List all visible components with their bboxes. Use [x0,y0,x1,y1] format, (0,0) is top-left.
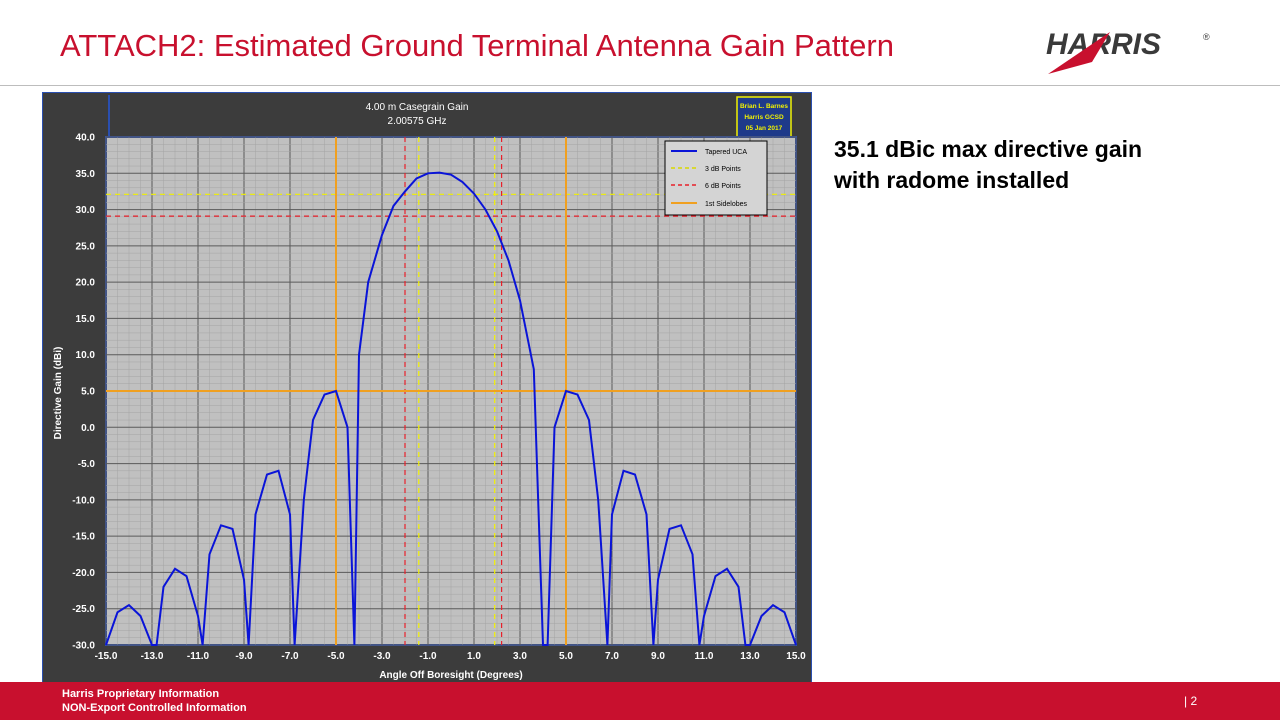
legend-label-tapered-uca: Tapered UCA [705,149,747,156]
author-org: Harris GCSD [744,114,784,121]
y-tick-label: 25.0 [76,241,96,252]
footer-export-notice: NON-Export Controlled Information [62,702,247,714]
author-box: Brian L. Barnes Harris GCSD 05 Jan 2017 [736,96,792,140]
callout-line-2: with radome installed [834,167,1070,193]
x-tick-label: -11.0 [187,651,210,662]
author-date: 05 Jan 2017 [746,125,783,132]
y-tick-label: -25.0 [72,604,95,615]
y-tick-label: -20.0 [72,568,95,579]
y-tick-label: 30.0 [76,205,96,216]
x-tick-label: 7.0 [605,651,619,662]
chart-title: 4.00 m Casegrain Gain [366,102,469,113]
y-tick-label: -30.0 [72,641,95,652]
chart-subtitle: 2.00575 GHz [388,116,447,127]
y-tick-label: 20.0 [76,278,96,289]
x-tick-label: 15.0 [786,651,806,662]
y-axis-label: Directive Gain (dBi) [53,347,64,440]
x-tick-label: 3.0 [513,651,527,662]
chart-frame: 4.00 m Casegrain Gain 2.00575 GHz Brian … [42,92,812,684]
title-divider [0,85,1280,86]
footer-proprietary: Harris Proprietary Information [62,688,220,700]
x-axis-label: Angle Off Boresight (Degrees) [379,670,522,681]
y-tick-label: -15.0 [72,532,95,543]
legend-label-sidelobes: 1st Sidelobes [705,201,748,208]
y-tick-label: -10.0 [72,495,95,506]
x-tick-label: -5.0 [327,651,345,662]
x-tick-label: -15.0 [95,651,118,662]
x-tick-label: -1.0 [419,651,437,662]
slide-title: ATTACH2: Estimated Ground Terminal Anten… [60,28,894,63]
footer-bar: Harris Proprietary Information NON-Expor… [0,682,1280,720]
harris-logo: HARRIS ® [1046,28,1210,74]
y-tick-label: 0.0 [81,423,95,434]
legend: Tapered UCA 3 dB Points 6 dB Points 1st … [664,140,768,216]
y-tick-label: 35.0 [76,169,96,180]
x-tick-label: 11.0 [695,651,714,662]
x-tick-label: 5.0 [559,651,573,662]
y-tick-label: 10.0 [76,350,96,361]
page-number: | 2 [1184,694,1198,708]
x-tick-label: -13.0 [141,651,164,662]
x-tick-label: 1.0 [467,651,481,662]
y-tick-label: 15.0 [76,314,96,325]
x-tick-label: 13.0 [740,651,760,662]
logo-wordmark: HARRIS [1046,28,1161,61]
x-tick-label: -7.0 [281,651,299,662]
legend-label-6db: 6 dB Points [705,183,741,190]
logo-registered-mark: ® [1203,32,1210,42]
callout-line-1: 35.1 dBic max directive gain [834,136,1143,162]
y-tick-label: -5.0 [78,459,96,470]
x-tick-label: -3.0 [373,651,391,662]
x-tick-label: -9.0 [235,651,253,662]
y-tick-label: 5.0 [81,387,95,398]
author-name: Brian L. Barnes [740,103,788,110]
gain-pattern-chart: 4.00 m Casegrain Gain 2.00575 GHz Brian … [43,93,811,683]
gain-callout: 35.1 dBic max directive gain with radome… [834,134,1254,196]
x-tick-label: 9.0 [651,651,665,662]
y-tick-label: 40.0 [76,133,96,144]
legend-label-3db: 3 dB Points [705,166,741,173]
